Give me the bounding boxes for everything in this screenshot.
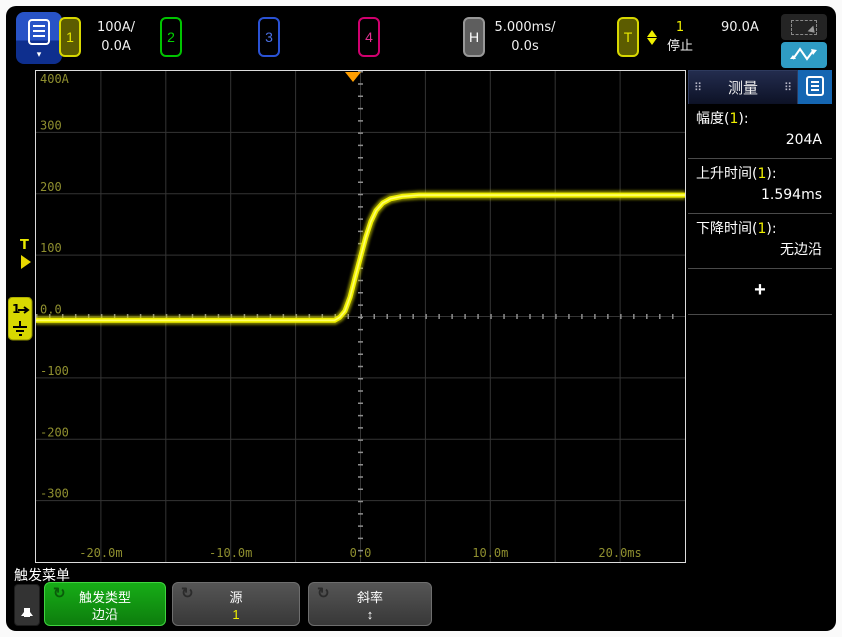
channel-1-ground-marker[interactable]: 1 [8,297,34,345]
timebase-delay: 0.0s [487,37,563,56]
timebase-settings[interactable]: 5.000ms/ 0.0s [487,18,563,56]
drag-grip-icon[interactable]: ⠿ [689,81,707,94]
rotate-knob-icon: ↻ [317,584,330,602]
menu-icon [27,19,51,48]
main-menu-button[interactable]: ▾ [16,12,62,64]
waveform-display[interactable]: 400A 300 200 100 0.0 -100 -200 -300 -20.0m -10.0m… [35,70,686,563]
measurement-label: 幅度 [696,111,724,127]
channel-1-button[interactable]: 1 [59,17,81,57]
svg-text:300: 300 [40,118,62,132]
measurement-menu-button[interactable] [798,70,832,104]
softkey-trigger-type[interactable]: ↻ 触发类型 边沿 [44,582,166,626]
graticule: 400A 300 200 100 0.0 -100 -200 -300 -20.0m -10.0m… [36,71,685,562]
measurement-panel-header: ⠿ 测量 ⠿ [688,70,832,104]
measurement-value: 无边沿 [696,238,824,264]
trigger-level-label: T [20,238,29,253]
measurement-value: 1.594ms [696,183,824,209]
svg-text:0.0: 0.0 [350,546,372,560]
svg-text:-300: -300 [40,487,69,501]
svg-text:100: 100 [40,241,62,255]
measurement-panel: ⠿ 测量 ⠿ 幅度(1): 204A 上升时间(1): 1.594ms [688,70,832,563]
channel-2-button[interactable]: 2 [160,17,182,57]
timebase-scale: 5.000ms/ [487,18,563,37]
svg-text:400A: 400A [40,72,70,86]
measurement-fall-time[interactable]: 下降时间(1): 无边沿 [688,214,832,269]
rotate-knob-icon: ↻ [181,584,194,602]
svg-text:-10.0m: -10.0m [209,546,252,560]
channel-1-scale: 100A/ [84,18,148,37]
svg-text:10.0m: 10.0m [472,546,508,560]
svg-text:-20.0m: -20.0m [79,546,122,560]
touch-gesture-icon [789,45,819,66]
touch-gesture-button[interactable] [781,42,827,68]
channel-4-button[interactable]: 4 [358,17,380,57]
softkey-value: 边沿 [45,606,165,624]
svg-text:200: 200 [40,180,62,194]
rotate-knob-icon: ↻ [53,584,66,602]
measurement-rise-time[interactable]: 上升时间(1): 1.594ms [688,159,832,214]
measurement-value: 204A [696,128,824,154]
softkey-value: 1 [173,606,299,624]
softkey-slope[interactable]: ↻ 斜率 ↕ [308,582,432,626]
measurement-amplitude[interactable]: 幅度(1): 204A [688,104,832,159]
channel-1-offset: 0.0A [84,37,148,56]
trigger-status-area[interactable]: 1 停止 90.0A [647,18,759,56]
rect-select-button[interactable] [781,14,827,40]
menu-icon [806,76,824,99]
drag-grip-icon[interactable]: ⠿ [779,81,797,94]
acquisition-status: 停止 [657,37,703,56]
svg-text:-200: -200 [40,425,69,439]
svg-text:0.0: 0.0 [40,303,62,317]
horizontal-button[interactable]: H [463,17,485,57]
measurement-panel-tab[interactable]: ⠿ 测量 ⠿ [688,70,798,104]
channel-1-settings[interactable]: 100A/ 0.0A [84,18,148,56]
page: ▾ 1 100A/ 0.0A 2 3 4 H 5.000ms/ 0.0s T 1… [0,0,842,637]
rect-select-icon [791,20,817,35]
up-arrow-icon [21,587,33,616]
svg-text:-100: -100 [40,364,69,378]
trigger-level-marker[interactable] [21,255,31,269]
oscilloscope-screen: ▾ 1 100A/ 0.0A 2 3 4 H 5.000ms/ 0.0s T 1… [6,6,836,631]
menu-back-button[interactable] [14,584,40,626]
trigger-level-arrows-icon [647,25,657,50]
trigger-level-readout: 90.0A [721,18,759,37]
add-measurement-button[interactable]: + [688,269,832,315]
trigger-time-marker[interactable] [345,72,361,82]
chevron-down-icon: ▾ [37,50,42,58]
channel-3-button[interactable]: 3 [258,17,280,57]
svg-text:20.0ms: 20.0ms [598,546,641,560]
measurement-panel-title: 测量 [707,77,779,98]
trigger-source-readout: 1 [657,18,703,37]
softkey-source[interactable]: ↻ 源 1 [172,582,300,626]
softkey-value: ↕ [309,606,431,624]
measurement-label: 上升时间 [696,166,752,182]
trigger-button[interactable]: T [617,17,639,57]
measurement-label: 下降时间 [696,221,752,237]
